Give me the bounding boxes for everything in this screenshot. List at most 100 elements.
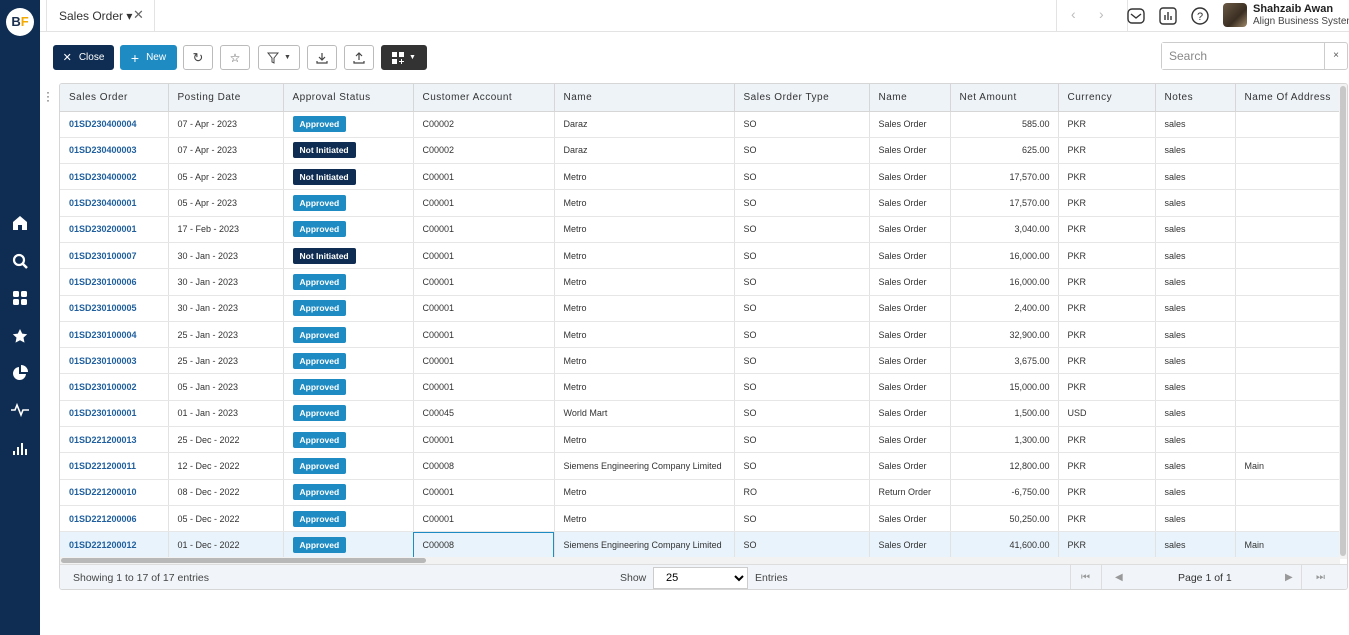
prev-page-icon[interactable]: ◀	[1115, 572, 1123, 583]
sales-order-link[interactable]: 01SD230100004	[60, 321, 169, 349]
table-row[interactable]: 01SD221200013 25 - Dec - 2022 Approved C000…	[60, 426, 1341, 454]
customer-account: C00001	[413, 426, 555, 454]
table-row[interactable]: 01SD230200001 17 - Feb - 2023 Approved C000…	[60, 216, 1341, 243]
table-row[interactable]: 01SD230100007 30 - Jan - 2023 Not Initiate…	[60, 242, 1341, 270]
clear-search-button[interactable]: ×	[1324, 43, 1347, 69]
sales-order-link[interactable]: 01SD230100002	[60, 373, 169, 401]
close-button[interactable]: ✕ Close	[53, 45, 114, 70]
sales-order-type: SO	[734, 163, 870, 191]
table-row[interactable]: 01SD230100001 01 - Jan - 2023 Approved C000…	[60, 400, 1341, 428]
table-row[interactable]: 01SD221200010 08 - Dec - 2022 Approved C000…	[60, 479, 1341, 506]
column-header[interactable]: Sales Order	[60, 84, 169, 112]
sales-order-link[interactable]: 01SD230400002	[60, 163, 169, 191]
bar-chart-icon[interactable]	[10, 438, 30, 458]
apps-icon[interactable]	[10, 288, 30, 308]
horizontal-scrollbar[interactable]	[60, 557, 1340, 564]
currency: USD	[1058, 400, 1156, 428]
sales-order-link[interactable]: 01SD230100001	[60, 400, 169, 428]
user-organization: Align Business System	[1253, 16, 1349, 27]
filter-button[interactable]: ▼	[258, 45, 300, 70]
address-name	[1235, 268, 1341, 296]
avatar[interactable]	[1223, 3, 1247, 27]
column-header[interactable]: Net Amount	[950, 84, 1059, 112]
prev-tab-button[interactable]: ‹	[1071, 6, 1076, 22]
table-footer: Showing 1 to 17 of 17 entries Show 25 En…	[60, 564, 1347, 589]
table-row[interactable]: 01SD230100003 25 - Jan - 2023 Approved C000…	[60, 347, 1341, 375]
table-row[interactable]: 01SD230100006 30 - Jan - 2023 Approved C000…	[60, 268, 1341, 296]
table-row[interactable]: 01SD230400003 07 - Apr - 2023 Not Initiate…	[60, 137, 1341, 165]
column-menu-icon[interactable]: · · ·	[46, 86, 50, 106]
sales-order-link[interactable]: 01SD230100005	[60, 295, 169, 322]
sales-order-link[interactable]: 01SD221200012	[60, 531, 169, 559]
sales-order-link[interactable]: 01SD221200013	[60, 426, 169, 454]
sales-order-link[interactable]: 01SD221200006	[60, 505, 169, 533]
close-tab-icon[interactable]: ✕	[133, 7, 144, 23]
table-row[interactable]: 01SD221200011 12 - Dec - 2022 Approved C000…	[60, 452, 1341, 480]
next-tab-button[interactable]: ›	[1099, 6, 1104, 22]
sales-order-type: SO	[734, 426, 870, 454]
sales-order-link[interactable]: 01SD230100006	[60, 268, 169, 296]
sales-order-link[interactable]: 01SD230400003	[60, 137, 169, 165]
table-row[interactable]: 01SD230100004 25 - Jan - 2023 Approved C000…	[60, 321, 1341, 349]
search-input[interactable]	[1162, 43, 1324, 69]
sales-order-type: SO	[734, 505, 870, 533]
column-header[interactable]: Posting Date	[168, 84, 284, 112]
notes: sales	[1155, 216, 1236, 243]
sales-order-link[interactable]: 01SD221200011	[60, 452, 169, 480]
table-row[interactable]: 01SD230400002 05 - Apr - 2023 Not Initiate…	[60, 163, 1341, 191]
home-icon[interactable]	[10, 213, 30, 233]
sales-order-link[interactable]: 01SD230200001	[60, 216, 169, 243]
customer-name: Metro	[554, 347, 735, 375]
table-row[interactable]: 01SD230400004 07 - Apr - 2023 Approved C000…	[60, 111, 1341, 138]
download-button[interactable]	[307, 45, 337, 70]
sales-order-link[interactable]: 01SD230400001	[60, 189, 169, 217]
customer-name: Metro	[554, 373, 735, 401]
table-row[interactable]: 01SD230100002 05 - Jan - 2023 Approved C000…	[60, 373, 1341, 401]
column-header[interactable]: Name	[869, 84, 951, 112]
currency: PKR	[1058, 163, 1156, 191]
page-size-select[interactable]: 25	[653, 567, 748, 589]
column-header[interactable]: Name	[554, 84, 735, 112]
customer-account: C00001	[413, 373, 555, 401]
close-icon: ✕	[62, 52, 72, 64]
pie-chart-icon[interactable]	[10, 363, 30, 383]
help-icon[interactable]: ?	[1191, 7, 1209, 25]
activity-icon[interactable]	[10, 400, 30, 420]
favorite-button[interactable]: ☆	[220, 45, 250, 70]
vertical-scrollbar[interactable]	[1339, 84, 1347, 559]
column-header[interactable]: Currency	[1058, 84, 1156, 112]
column-header[interactable]: Notes	[1155, 84, 1236, 112]
column-header[interactable]: Sales Order Type	[734, 84, 870, 112]
approval-status: Approved	[283, 452, 414, 480]
sales-order-link[interactable]: 01SD230100003	[60, 347, 169, 375]
column-header[interactable]: Name Of Address	[1235, 84, 1341, 112]
new-button[interactable]: + New	[120, 45, 177, 70]
upload-button[interactable]	[344, 45, 374, 70]
report-icon[interactable]	[1159, 7, 1177, 25]
refresh-button[interactable]: ↻	[183, 45, 213, 70]
layout-button[interactable]: ▼	[381, 45, 427, 70]
column-header[interactable]: Approval Status	[283, 84, 414, 112]
customer-name: Siemens Engineering Company Limited	[554, 452, 735, 480]
table-row[interactable]: 01SD230400001 05 - Apr - 2023 Approved C000…	[60, 189, 1341, 217]
sales-order-link[interactable]: 01SD221200010	[60, 479, 169, 506]
notes: sales	[1155, 531, 1236, 559]
sales-order-link[interactable]: 01SD230100007	[60, 242, 169, 270]
net-amount: 41,600.00	[950, 531, 1059, 559]
customer-account: C00045	[413, 400, 555, 428]
order-type-name: Sales Order	[869, 426, 951, 454]
first-page-icon[interactable]: ⏮	[1081, 572, 1090, 583]
next-page-icon[interactable]: ▶	[1285, 572, 1293, 583]
currency: PKR	[1058, 295, 1156, 322]
mail-icon[interactable]	[1127, 7, 1145, 25]
tab-sales-order[interactable]: Sales Order ▾ ✕	[46, 0, 155, 32]
star-icon[interactable]	[10, 326, 30, 346]
table-row[interactable]: 01SD221200012 01 - Dec - 2022 Approved C000…	[60, 531, 1341, 559]
brand-logo[interactable]: BF	[6, 8, 34, 36]
sales-order-link[interactable]: 01SD230400004	[60, 111, 169, 138]
column-header[interactable]: Customer Account	[413, 84, 555, 112]
last-page-icon[interactable]: ⏭	[1316, 572, 1325, 583]
search-icon[interactable]	[10, 251, 30, 271]
table-row[interactable]: 01SD230100005 30 - Jan - 2023 Approved C000…	[60, 295, 1341, 322]
table-row[interactable]: 01SD221200006 05 - Dec - 2022 Approved C000…	[60, 505, 1341, 533]
